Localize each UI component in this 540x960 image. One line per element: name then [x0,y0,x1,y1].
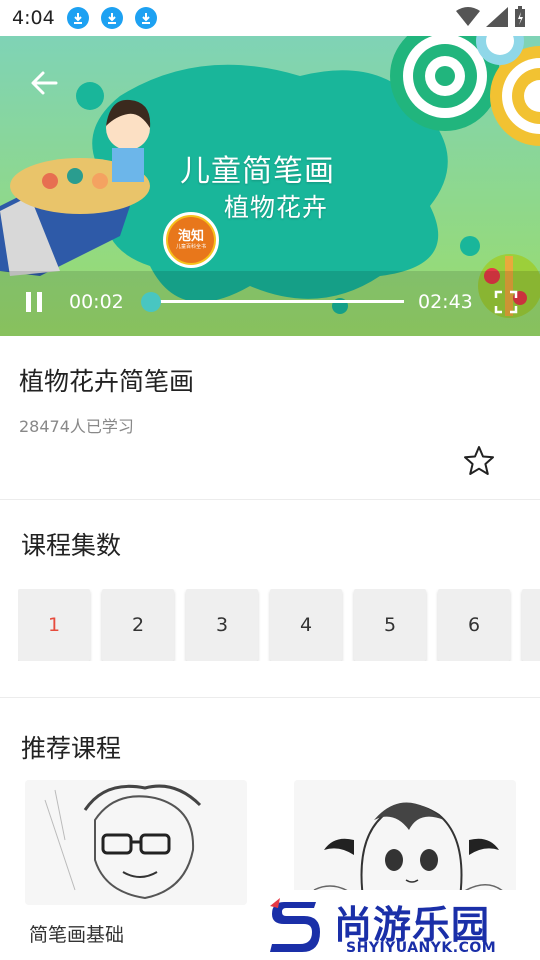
wifi-icon [456,7,480,26]
recommend-name: 简笔画基础 [29,924,125,946]
fullscreen-icon[interactable] [494,290,518,314]
total-time: 02:43 [418,291,473,313]
status-icons [456,6,526,28]
episode-button[interactable]: 6 [438,589,510,661]
recommend-thumbnail [25,780,247,905]
learner-count: 28474人已学习 [19,417,134,436]
download-notification-icon [66,7,89,29]
recommend-section-title: 推荐课程 [21,734,122,763]
download-notification-icon [134,7,157,29]
divider [0,697,540,698]
brand-subtitle: 儿童百科全书 [175,243,206,250]
video-player[interactable]: 儿童简笔画 植物花卉 泡知 儿童百科全书 00:02 02:43 [0,36,540,336]
episode-list: 123456 [18,589,540,661]
episode-button-partial[interactable] [522,589,540,661]
star-icon[interactable] [462,444,496,478]
back-arrow-icon[interactable] [28,66,62,100]
brand-badge: 泡知 儿童百科全书 [163,212,219,268]
course-title: 植物花卉简笔画 [19,367,195,396]
watermark-url: SHYIYUANYK.COM [346,940,497,956]
status-time: 4:04 [12,7,55,29]
player-controls: 00:02 02:43 [0,274,540,330]
watermark-logo-icon [270,898,320,952]
current-time: 00:02 [69,291,124,313]
recommend-card[interactable]: 简笔画基础 [25,780,247,960]
seek-bar[interactable] [148,300,404,303]
recommend-thumbnail [294,780,516,905]
status-bar: 4:04 [0,0,540,36]
divider [0,499,540,500]
pause-icon[interactable] [24,292,44,312]
episodes-section-title: 课程集数 [21,531,122,560]
episode-button[interactable]: 5 [354,589,426,661]
episode-button[interactable]: 4 [270,589,342,661]
download-notification-icon [100,7,123,29]
episode-button[interactable]: 2 [102,589,174,661]
signal-icon [486,7,508,27]
brand-name: 泡知 [177,228,204,244]
cover-title: 儿童简笔画 [180,154,335,189]
episode-button[interactable]: 3 [186,589,258,661]
cover-subtitle: 植物花卉 [224,193,329,222]
battery-icon [515,6,525,27]
seek-thumb[interactable] [141,292,162,312]
episode-button[interactable]: 1 [18,589,90,661]
site-watermark: 尚游乐园 SHYIYUANYK.COM [260,890,540,960]
